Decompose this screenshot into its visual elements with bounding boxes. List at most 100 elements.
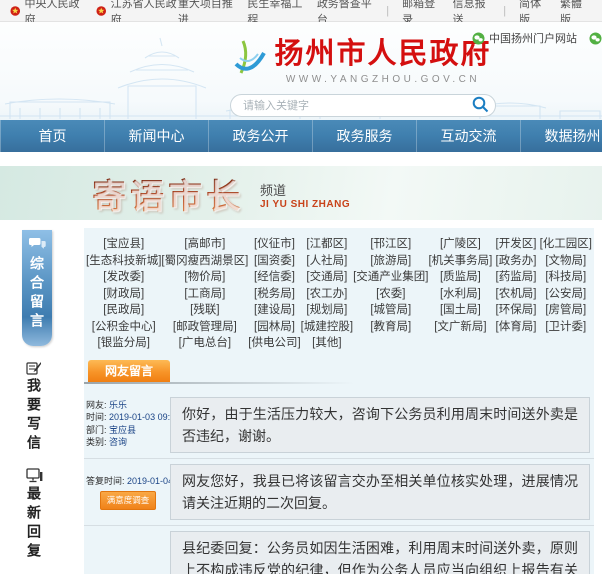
page: 中央人民政府 江苏省人民政府 重大项目推进民生幸福工程政务督查平台 | 邮箱登录… <box>0 0 602 574</box>
site-header: 扬州市人民政府 WWW.YANGZHOU.GOV.CN <box>0 22 602 120</box>
department-link[interactable]: [园林局] <box>248 321 300 335</box>
department-link-label: [规划局] <box>306 304 347 318</box>
department-link[interactable]: [税务局] <box>248 288 300 302</box>
department-link-label: [开发区] <box>496 238 537 252</box>
department-link[interactable]: [生态科技新城] <box>86 255 161 269</box>
main-nav: 首页 新闻中心 政务公开 政务服务 互动交流 数据扬州 <box>0 120 602 152</box>
department-link[interactable]: [药监局] <box>492 271 539 285</box>
tab-netizen-messages[interactable]: 网友留言 <box>88 360 170 382</box>
search-input[interactable] <box>230 94 496 117</box>
department-link[interactable]: [城建控股] <box>301 321 353 335</box>
sidebar-item-comprehensive-messages[interactable]: 综合留言 <box>22 230 52 346</box>
department-link[interactable]: [农工办] <box>301 288 353 302</box>
sidebar: 综合留言 我要写信 最新回复 <box>0 228 84 574</box>
department-link-label: [财政局] <box>103 288 144 302</box>
department-link[interactable]: [环保局] <box>492 304 539 318</box>
quick-link[interactable]: 中国扬州门户网站 <box>472 30 577 46</box>
department-link-label: [民政局] <box>103 304 144 318</box>
header-quick-links: 中国扬州门户网站 中国 <box>472 30 602 46</box>
department-link[interactable]: [科技局] <box>540 271 592 285</box>
department-link[interactable]: [工商局] <box>161 288 248 302</box>
department-link[interactable]: [质监局] <box>428 271 492 285</box>
department-link[interactable]: [水利局] <box>428 288 492 302</box>
department-link[interactable]: [教育局] <box>353 321 428 335</box>
department-link[interactable]: [经信委] <box>248 271 300 285</box>
department-link[interactable]: [城管局] <box>353 304 428 318</box>
department-link-label: [供电公司] <box>248 337 300 351</box>
department-link[interactable]: [交通产业集团] <box>353 271 428 285</box>
department-link-label: [农工办] <box>306 288 347 302</box>
department-link[interactable]: [物价局] <box>161 271 248 285</box>
nav-item[interactable]: 首页 <box>0 120 104 152</box>
department-link[interactable]: [农机局] <box>492 288 539 302</box>
reply-time-line: 答复时间: 2019-01-04 17:34:15 <box>86 475 168 487</box>
reply-meta: 答复时间: 2019-01-04 17:34:15 满意度调查 <box>84 461 170 523</box>
department-link-label: [环保局] <box>496 304 537 318</box>
sidebar-item-latest-replies[interactable]: 最新回复 <box>24 468 44 562</box>
meta-line: 类别: 咨询 <box>86 436 168 449</box>
department-link[interactable]: [房管局] <box>540 304 592 318</box>
department-link-label: [药监局] <box>496 271 537 285</box>
meta-value: 宝应县 <box>109 425 136 435</box>
meta-label: 时间: <box>86 412 107 422</box>
department-link-label: [人社局] <box>306 255 347 269</box>
logo-row: 扬州市人民政府 WWW.YANGZHOU.GOV.CN <box>213 30 513 85</box>
nav-item[interactable]: 政务服务 <box>312 120 416 152</box>
department-link[interactable]: [规划局] <box>301 304 353 318</box>
department-link[interactable]: [交通局] <box>301 271 353 285</box>
channel-banner: 寄语市长 频道 JI YU SHI ZHANG <box>0 166 602 220</box>
national-emblem-icon <box>10 5 20 17</box>
department-link[interactable]: [高邮市] <box>161 238 248 252</box>
department-link[interactable]: [体育局] <box>492 321 539 335</box>
department-link[interactable]: [公积金中心] <box>86 321 161 335</box>
main-panel: [宝应县] [高邮市] [仪征市] [江都区] [邗江区] [广陵区] [开发区… <box>84 228 594 574</box>
department-link[interactable]: [江都区] <box>301 238 353 252</box>
department-link[interactable]: [民政局] <box>86 304 161 318</box>
department-link[interactable]: [邮政管理局] <box>161 321 248 335</box>
department-link[interactable]: [残联] <box>161 304 248 318</box>
department-link[interactable]: [政务办] <box>492 255 539 269</box>
department-link-label: [体育局] <box>496 321 537 335</box>
department-link[interactable]: [开发区] <box>492 238 539 252</box>
search-button[interactable] <box>468 95 492 116</box>
department-link[interactable]: [文广新局] <box>428 321 492 335</box>
department-link[interactable]: [人社局] <box>301 255 353 269</box>
satisfaction-survey-button[interactable]: 满意度调查 <box>100 491 156 510</box>
department-link-label: [邮政管理局] <box>173 321 237 335</box>
department-link[interactable]: [广陵区] <box>428 238 492 252</box>
message-table: 网友: 乐乐 时间: 2019-01-03 09:44:02 部门: <box>84 392 594 574</box>
department-link[interactable]: [文物局] <box>540 255 592 269</box>
department-link[interactable]: [发改委] <box>86 271 161 285</box>
department-link[interactable]: [公安局] <box>540 288 592 302</box>
sidebar-item-write-letter[interactable]: 我要写信 <box>24 360 44 454</box>
department-link[interactable]: [财政局] <box>86 288 161 302</box>
department-link[interactable]: [旅游局] <box>353 255 428 269</box>
department-link[interactable]: [农委] <box>353 288 428 302</box>
nav-item[interactable]: 数据扬州 <box>520 120 602 152</box>
department-link-label: [城建控股] <box>301 321 353 335</box>
meta-label: 类别: <box>86 437 107 447</box>
department-link[interactable]: [卫计委] <box>540 321 592 335</box>
department-link[interactable]: [国资委] <box>248 255 300 269</box>
meta-value: 咨询 <box>109 437 127 447</box>
content: 综合留言 我要写信 最新回复 <box>0 228 602 574</box>
nav-item[interactable]: 互动交流 <box>416 120 520 152</box>
quick-link[interactable]: 中国 <box>589 30 602 46</box>
nav-item[interactable]: 新闻中心 <box>104 120 208 152</box>
department-link[interactable]: [宝应县] <box>86 238 161 252</box>
department-link[interactable]: [蜀冈瘦西湖景区] <box>161 255 248 269</box>
department-link[interactable]: [供电公司] <box>248 337 300 351</box>
department-link[interactable]: [其他] <box>301 337 353 351</box>
department-link[interactable]: [化工园区] <box>540 238 592 252</box>
department-link[interactable]: [银监分局] <box>86 337 161 351</box>
department-link[interactable]: [建设局] <box>248 304 300 318</box>
monitor-icon <box>26 468 43 483</box>
department-link[interactable]: [邗江区] <box>353 238 428 252</box>
nav-item[interactable]: 政务公开 <box>208 120 312 152</box>
channel-label: 频道 <box>260 180 350 199</box>
site-url: WWW.YANGZHOU.GOV.CN <box>274 74 491 85</box>
department-link[interactable]: [国土局] <box>428 304 492 318</box>
department-link[interactable]: [广电总台] <box>161 337 248 351</box>
department-link[interactable]: [仪征市] <box>248 238 300 252</box>
department-link[interactable]: [机关事务局] <box>428 255 492 269</box>
